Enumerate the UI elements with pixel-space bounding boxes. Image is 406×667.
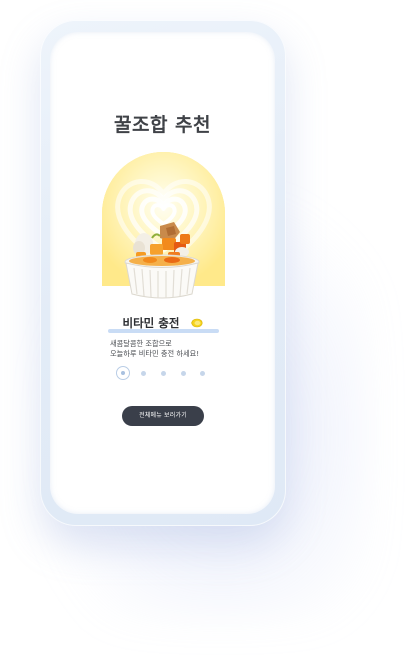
description-line: 오늘하루 비타민 충전 하세요! <box>110 349 200 358</box>
phone-screen: 꿀조합 추천 비타민 충전 새콤달콤한 조합으로 오늘하루 비타민 충전 하세요… <box>50 32 275 514</box>
page-title: 꿀조합 추천 <box>113 114 211 136</box>
pagination-dot-active[interactable] <box>116 366 130 380</box>
view-all-menu-button[interactable]: 전체메뉴 보러가기 <box>122 406 204 426</box>
pagination-dot[interactable] <box>161 371 166 376</box>
product-description: 새콤달콤한 조합으로 오늘하루 비타민 충전 하세요! <box>110 339 260 359</box>
lemon-icon <box>190 318 202 327</box>
fruit-yogurt-cup-image <box>124 222 200 299</box>
product-name-underline <box>108 329 219 333</box>
pagination-dot[interactable] <box>200 371 205 376</box>
pagination-dot[interactable] <box>181 371 186 376</box>
carousel-pagination <box>116 366 216 382</box>
page: 꿀조합 추천 비타민 충전 새콤달콤한 조합으로 오늘하루 비타민 충전 하세요… <box>0 0 406 667</box>
pagination-dot[interactable] <box>141 371 146 376</box>
description-line: 새콤달콤한 조합으로 <box>110 339 172 348</box>
